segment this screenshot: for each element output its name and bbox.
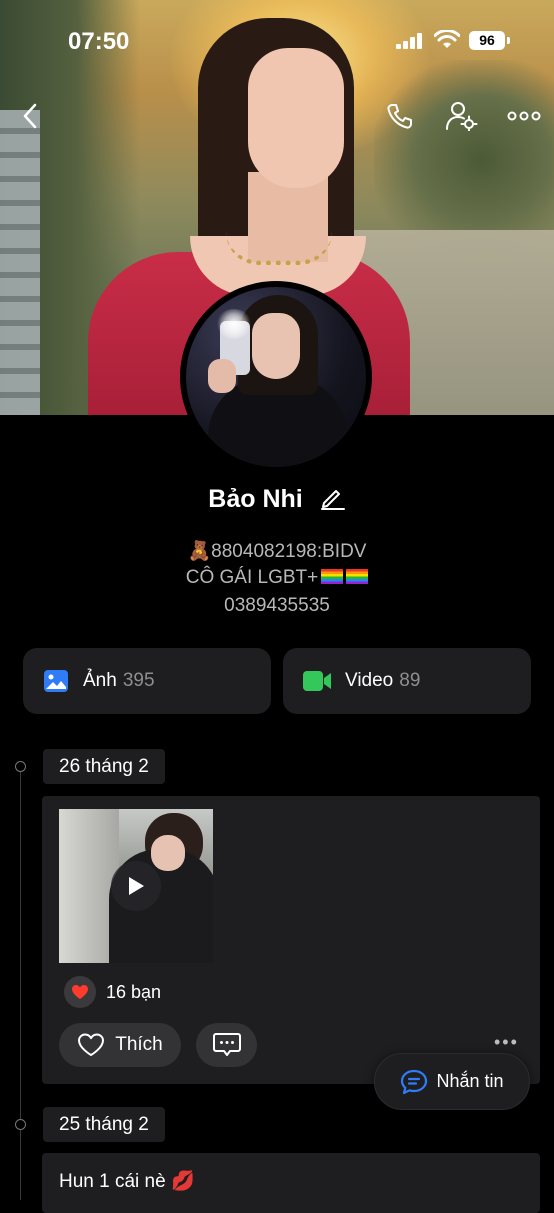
wifi-icon [434,30,460,48]
comment-button[interactable] [196,1023,257,1067]
timeline-line [20,766,21,1200]
play-icon [129,877,144,895]
chat-bubble-icon [401,1069,428,1094]
phone-icon [387,104,412,129]
post-card[interactable]: Hun 1 cái nè 💋 [42,1153,540,1213]
post-text: Hun 1 cái nè 💋 [59,1171,195,1192]
more-dots-icon[interactable]: ••• [494,1032,519,1053]
photos-count: 395 [122,670,155,691]
avatar-hand [208,359,236,393]
status-time: 07:50 [68,28,130,55]
video-thumbnail[interactable] [59,809,213,963]
bio-line-2-text: CÔ GÁI LGBT+ [185,567,319,588]
heart-filled-icon [72,985,88,999]
battery-tip [507,37,510,44]
comment-icon [212,1033,241,1056]
cover-building [0,110,40,415]
status-bar: 07:50 96 [0,0,554,80]
photo-icon [44,670,68,692]
more-options-button[interactable] [504,96,544,136]
photos-label: Ảnh [83,670,117,691]
back-button[interactable] [10,96,50,136]
bio-line-2: CÔ GÁI LGBT+ [0,567,554,589]
cover-necklace [226,232,332,265]
message-button[interactable]: Nhắn tin [374,1053,530,1110]
videos-count: 89 [399,670,421,691]
post-card[interactable]: 16 bạn Thích ••• [42,796,540,1084]
date-chip: 25 tháng 2 [43,1107,165,1142]
avatar-face [252,313,300,379]
videos-tile[interactable]: Video 89 [283,648,531,714]
bio-line-1: 🧸8804082198:BIDV [187,541,367,562]
thumbnail-face [151,835,185,871]
profile-name-row: Bảo Nhi [0,484,554,517]
user-settings-icon [446,102,478,131]
heart-icon [78,1033,105,1056]
signal-icon [396,33,422,49]
videos-label: Video [345,670,394,691]
call-button[interactable] [380,96,420,136]
timeline-dot [15,761,26,772]
rainbow-flag-icon [346,569,369,584]
profile-name: Bảo Nhi [208,485,303,514]
rainbow-flag-icon [321,569,344,584]
play-button[interactable] [111,861,161,911]
chevron-left-icon [23,103,37,129]
video-icon [303,671,331,691]
avatar-flash [216,309,252,339]
timeline-dot [15,1119,26,1130]
like-label: Thích [115,1034,163,1055]
profile-settings-button[interactable] [442,96,482,136]
avatar[interactable] [180,281,372,473]
edit-name-button[interactable] [320,484,346,517]
photos-tile[interactable]: Ảnh 395 [23,648,271,714]
reaction-count[interactable]: 16 bạn [106,982,161,1003]
pencil-icon [320,490,345,510]
reaction-badge[interactable] [64,976,96,1008]
avatar-photo [186,287,366,467]
more-horizontal-icon [507,111,541,121]
date-chip: 26 tháng 2 [43,749,165,784]
like-button[interactable]: Thích [59,1023,181,1067]
bio-phone: 0389435535 [224,595,330,616]
battery-indicator: 96 [469,31,505,50]
message-label: Nhắn tin [436,1071,504,1091]
